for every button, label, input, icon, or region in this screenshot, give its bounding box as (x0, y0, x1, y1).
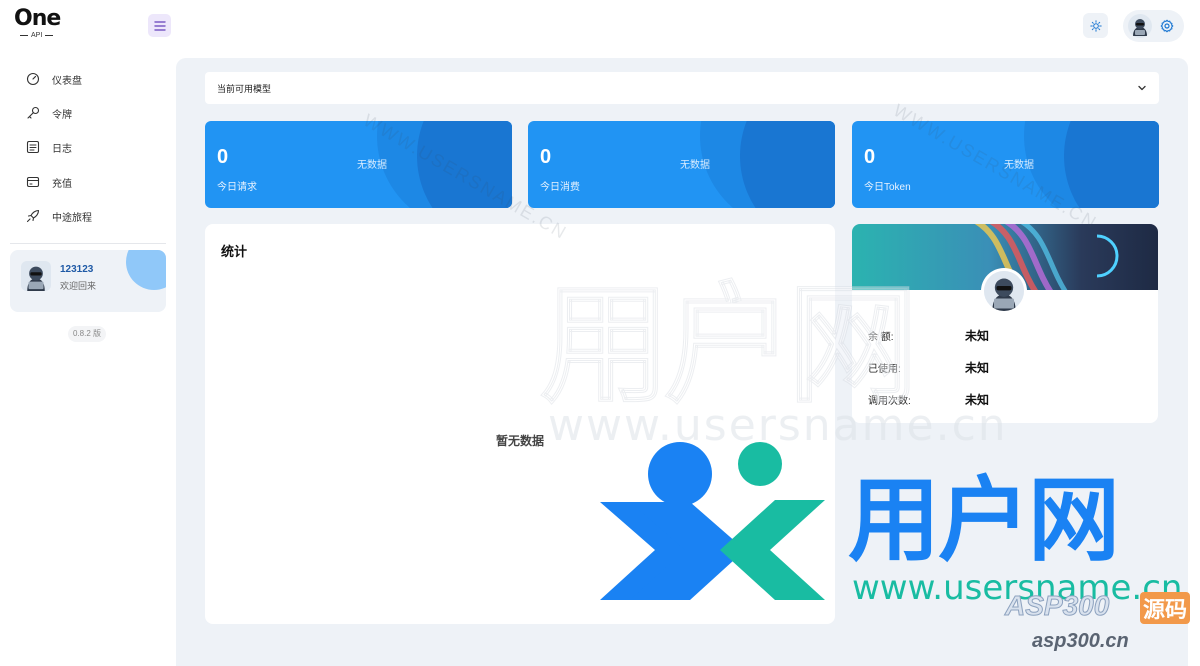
sidebar-item-dashboard[interactable]: 仪表盘 (26, 69, 82, 89)
stat-card-consumption: 0 无数据 今日消费 (528, 121, 835, 208)
statistics-card: 统计 暂无数据 (205, 224, 835, 624)
user-card[interactable]: 123123 欢迎回来 (10, 250, 166, 312)
sidebar-divider (10, 243, 166, 244)
stat-label: 今日Token (864, 182, 911, 193)
used-value: 未知 (965, 361, 990, 375)
model-select-label: 当前可用模型 (217, 83, 272, 94)
top-bar: One API (0, 0, 1200, 52)
statistics-title: 统计 (221, 244, 248, 259)
rocket-icon (26, 209, 40, 223)
chevron-down-icon (1138, 85, 1146, 91)
sidebar-item-label: 中途旅程 (52, 212, 92, 224)
version-badge: 0.8.2 版 (68, 326, 107, 342)
stat-label: 今日消费 (540, 182, 580, 193)
gear-icon (1160, 19, 1174, 33)
stat-status: 无数据 (357, 160, 387, 171)
sidebar: 仪表盘 令牌 日志 充值 中途旅程 123123 欢迎回来 0.8.2 版 (0, 52, 176, 666)
avatar (1128, 14, 1152, 38)
logo[interactable]: One API (14, 8, 74, 46)
stat-value: 0 (864, 146, 876, 168)
stat-status: 无数据 (680, 160, 710, 171)
avatar (21, 261, 51, 291)
main-content: 当前可用模型 0 无数据 今日请求 0 无数据 今日消费 0 无数据 今日Tok… (176, 58, 1188, 666)
profile-card: 余 额: 未知 已使用: 未知 调用次数: 未知 (852, 224, 1158, 423)
profile-avatar (981, 268, 1027, 314)
username: 123123 (60, 264, 94, 275)
sidebar-item-logs[interactable]: 日志 (26, 137, 72, 157)
hamburger-icon (153, 20, 166, 31)
sidebar-item-label: 令牌 (52, 109, 72, 121)
menu-toggle-button[interactable] (148, 14, 171, 37)
sidebar-item-label: 仪表盘 (52, 75, 82, 87)
calls-value: 未知 (965, 393, 990, 407)
dashboard-icon (26, 72, 40, 86)
balance-label: 余 额: (868, 332, 894, 343)
wallet-icon (26, 176, 40, 188)
sun-icon (1089, 19, 1102, 32)
key-icon (27, 106, 40, 119)
sidebar-item-label: 日志 (52, 143, 72, 155)
sidebar-item-journey[interactable]: 中途旅程 (26, 206, 92, 226)
empty-state-text: 暂无数据 (495, 434, 544, 448)
model-select[interactable]: 当前可用模型 (205, 72, 1159, 104)
log-icon (26, 140, 40, 154)
stat-value: 0 (217, 146, 229, 168)
logo-sub-text: API (31, 32, 43, 39)
stat-status: 无数据 (1004, 160, 1034, 171)
stat-card-requests: 0 无数据 今日请求 (205, 121, 512, 208)
stat-label: 今日请求 (217, 182, 257, 193)
welcome-text: 欢迎回来 (60, 281, 97, 291)
calls-label: 调用次数: (868, 396, 911, 407)
theme-toggle-button[interactable] (1083, 13, 1108, 38)
stat-card-tokens: 0 无数据 今日Token (852, 121, 1159, 208)
sidebar-item-topup[interactable]: 充值 (26, 172, 72, 192)
used-label: 已使用: (868, 364, 901, 375)
logo-text: One (14, 6, 61, 31)
balance-value: 未知 (965, 329, 990, 343)
account-menu[interactable] (1123, 10, 1184, 42)
sidebar-item-label: 充值 (52, 178, 72, 190)
sidebar-item-tokens[interactable]: 令牌 (26, 103, 72, 123)
stat-value: 0 (540, 146, 552, 168)
